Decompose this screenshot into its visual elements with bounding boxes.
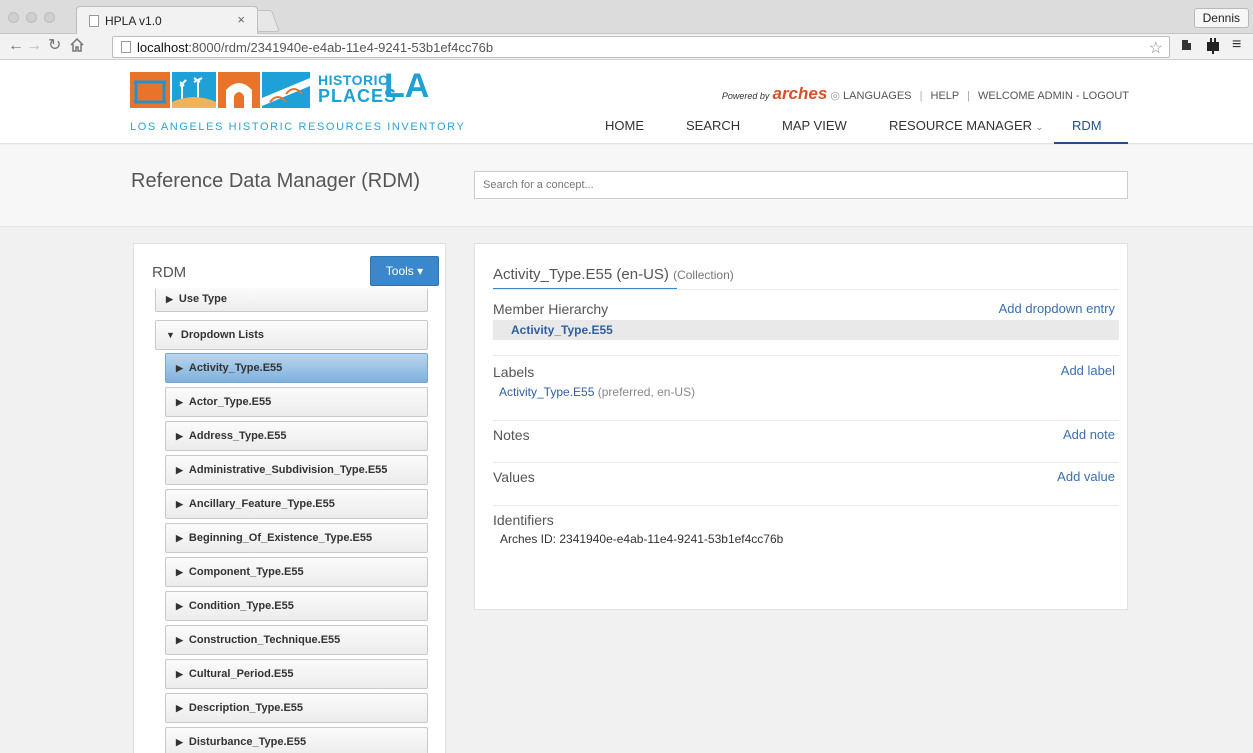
- tree-item-disturbance-type[interactable]: ▶ Disturbance_Type.E55: [165, 727, 428, 753]
- concept-heading: Activity_Type.E55 (en-US) (Collection): [493, 266, 734, 283]
- url-text[interactable]: localhost:8000/rdm/2341940e-e4ab-11e4-92…: [137, 40, 493, 55]
- profile-button[interactable]: Dennis: [1193, 8, 1249, 28]
- expand-arrow-icon[interactable]: ▶: [176, 567, 183, 577]
- logo-graphic[interactable]: [130, 72, 310, 108]
- close-window-icon[interactable]: [8, 12, 19, 23]
- nav-rdm[interactable]: RDM: [1072, 118, 1102, 133]
- nav-home[interactable]: HOME: [605, 118, 644, 133]
- expand-arrow-icon[interactable]: ▶: [176, 363, 183, 373]
- forward-icon[interactable]: →: [26, 37, 42, 55]
- label-value[interactable]: Activity_Type.E55: [499, 385, 594, 399]
- divider: [493, 289, 1119, 290]
- welcome-logout-link[interactable]: WELCOME ADMIN - LOGOUT: [978, 90, 1129, 102]
- divider: [493, 462, 1119, 463]
- arches-id: Arches ID: 2341940e-e4ab-11e4-9241-53b1e…: [500, 532, 784, 546]
- tree-item-condition-type[interactable]: ▶ Condition_Type.E55: [165, 591, 428, 621]
- tree-item-cultural-period[interactable]: ▶ Cultural_Period.E55: [165, 659, 428, 689]
- chevron-down-icon: ⌄: [1035, 122, 1044, 132]
- extension-plug-icon[interactable]: [1206, 38, 1220, 57]
- tools-button[interactable]: Tools ▾: [370, 256, 439, 286]
- arches-logo[interactable]: arches: [772, 84, 827, 103]
- back-icon[interactable]: ←: [8, 37, 24, 55]
- nav-search[interactable]: SEARCH: [686, 118, 740, 133]
- expand-arrow-icon[interactable]: ▶: [176, 499, 183, 509]
- minimize-window-icon[interactable]: [26, 12, 37, 23]
- maximize-window-icon[interactable]: [44, 12, 55, 23]
- divider: [493, 505, 1119, 506]
- hierarchy-row[interactable]: Activity_Type.E55: [493, 320, 1119, 340]
- browser-tab[interactable]: HPLA v1.0 ×: [76, 6, 258, 34]
- powered-by-text: Powered by: [721, 91, 770, 101]
- expand-arrow-icon[interactable]: ▶: [176, 703, 183, 713]
- values-label: Values: [493, 469, 535, 485]
- hierarchy-item[interactable]: Activity_Type.E55: [511, 323, 613, 337]
- label-meta: (preferred, en-US): [597, 385, 696, 399]
- add-dropdown-entry-link[interactable]: Add dropdown entry: [999, 301, 1115, 316]
- active-nav-indicator: [1054, 142, 1128, 144]
- expand-arrow-icon[interactable]: ▶: [176, 635, 183, 645]
- expand-arrow-icon[interactable]: ▶: [166, 294, 173, 304]
- expand-arrow-icon[interactable]: ▶: [176, 431, 183, 441]
- globe-icon: ◎: [830, 90, 840, 102]
- tree-item-beginning-of-existence-type[interactable]: ▶ Beginning_Of_Existence_Type.E55: [165, 523, 428, 553]
- page-title: Reference Data Manager (RDM): [131, 170, 420, 192]
- tab-title: HPLA v1.0: [105, 14, 162, 28]
- divider: [493, 355, 1119, 356]
- collapse-arrow-icon[interactable]: ▼: [166, 330, 175, 340]
- chevron-down-icon: ▾: [417, 264, 424, 278]
- add-note-link[interactable]: Add note: [1063, 427, 1115, 442]
- expand-arrow-icon[interactable]: ▶: [176, 601, 183, 611]
- divider: |: [967, 90, 970, 102]
- utility-links: Powered by arches ◎ LANGUAGES | HELP | W…: [722, 84, 1129, 104]
- identifiers-label: Identifiers: [493, 512, 554, 528]
- reload-icon[interactable]: ↻: [48, 37, 61, 55]
- rdm-tree-panel: RDM Tools ▾ ▶ Use Type ▼ Dropdown Lists ▶ A…: [133, 243, 446, 753]
- tree-item-administrative-subdivision-type[interactable]: ▶ Administrative_Subdivision_Type.E55: [165, 455, 428, 485]
- help-link[interactable]: HELP: [931, 90, 960, 102]
- add-value-link[interactable]: Add value: [1057, 469, 1115, 484]
- languages-link[interactable]: LANGUAGES: [843, 90, 911, 102]
- expand-arrow-icon[interactable]: ▶: [176, 465, 183, 475]
- home-icon[interactable]: [70, 37, 84, 57]
- tree-panel-title: RDM: [152, 264, 187, 281]
- page-icon: [121, 41, 131, 53]
- tree-item-actor-type[interactable]: ▶ Actor_Type.E55: [165, 387, 428, 417]
- page-header: Reference Data Manager (RDM): [0, 145, 1253, 227]
- label-entry[interactable]: Activity_Type.E55 (preferred, en-US): [499, 385, 695, 399]
- browser-toolbar: ← → ↻ localhost:8000/rdm/2341940e-e4ab-1…: [0, 34, 1253, 60]
- labels-label: Labels: [493, 364, 535, 380]
- address-bar[interactable]: localhost:8000/rdm/2341940e-e4ab-11e4-92…: [112, 36, 1170, 58]
- tree-item-construction-technique[interactable]: ▶ Construction_Technique.E55: [165, 625, 428, 655]
- divider: |: [919, 90, 923, 102]
- tab-close-icon[interactable]: ×: [237, 12, 245, 27]
- concept-detail-panel: Activity_Type.E55 (en-US) (Collection) M…: [474, 243, 1128, 610]
- tree-item-component-type[interactable]: ▶ Component_Type.E55: [165, 557, 428, 587]
- nav-map-view[interactable]: MAP VIEW: [782, 118, 847, 133]
- concept-type-note: (Collection): [673, 268, 734, 282]
- menu-icon[interactable]: ≡: [1232, 36, 1241, 54]
- extension-icon[interactable]: [1180, 38, 1192, 55]
- tree-item-address-type[interactable]: ▶ Address_Type.E55: [165, 421, 428, 451]
- expand-arrow-icon[interactable]: ▶: [176, 669, 183, 679]
- nav-resource-manager[interactable]: RESOURCE MANAGER ⌄: [889, 118, 1043, 133]
- browser-tab-bar: HPLA v1.0 × Dennis: [0, 0, 1253, 34]
- tree-item-activity-type[interactable]: ▶ Activity_Type.E55: [165, 353, 428, 383]
- tree-item-dropdown-lists[interactable]: ▼ Dropdown Lists: [155, 320, 428, 350]
- tree-item-description-type[interactable]: ▶ Description_Type.E55: [165, 693, 428, 723]
- page-favicon-icon: [89, 15, 99, 27]
- expand-arrow-icon[interactable]: ▶: [176, 737, 183, 747]
- logo-tagline: LOS ANGELES HISTORIC RESOURCES INVENTORY: [130, 121, 466, 133]
- member-hierarchy-label: Member Hierarchy: [493, 301, 609, 317]
- concept-search-input[interactable]: [474, 171, 1128, 199]
- notes-label: Notes: [493, 427, 530, 443]
- star-icon[interactable]: ☆: [1149, 38, 1163, 58]
- expand-arrow-icon[interactable]: ▶: [176, 397, 183, 407]
- divider: [493, 420, 1119, 421]
- logo-la: LA: [384, 67, 430, 105]
- expand-arrow-icon[interactable]: ▶: [176, 533, 183, 543]
- app-header: HISTORIC PLACES LA LOS ANGELES HISTORIC …: [0, 60, 1253, 144]
- tree-item-ancillary-feature-type[interactable]: ▶ Ancillary_Feature_Type.E55: [165, 489, 428, 519]
- tree-item-use-type[interactable]: ▶ Use Type: [155, 288, 428, 312]
- add-label-link[interactable]: Add label: [1061, 363, 1115, 378]
